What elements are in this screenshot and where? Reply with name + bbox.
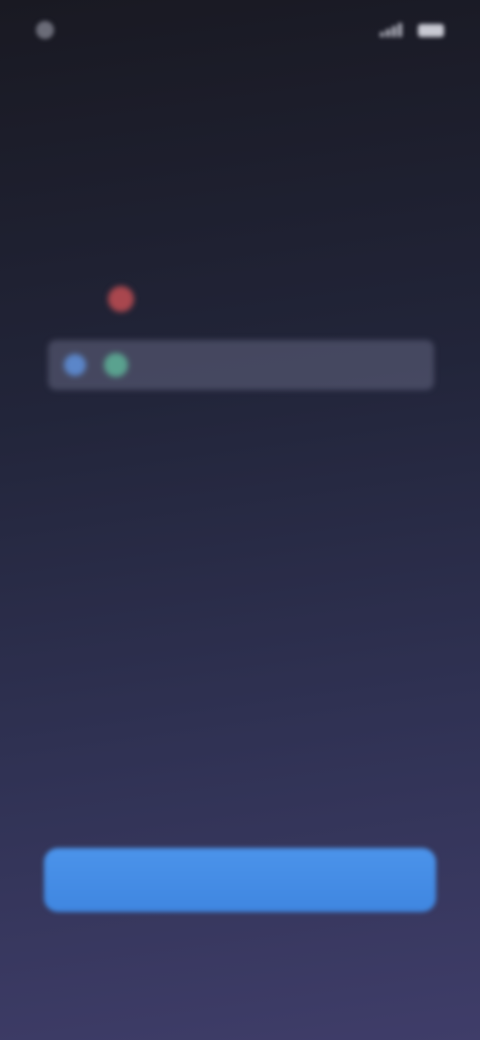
battery-icon (418, 23, 444, 37)
option-item-2-selected[interactable] (48, 340, 434, 390)
primary-button[interactable] (44, 848, 436, 912)
status-right (380, 23, 444, 37)
status-left (36, 21, 62, 39)
blue-circle-icon (64, 354, 86, 376)
status-app-icon (36, 21, 54, 39)
red-circle-icon (108, 286, 134, 312)
option-item-1[interactable] (0, 274, 480, 324)
green-circle-icon (104, 353, 128, 377)
option-item-3[interactable] (0, 410, 480, 450)
status-bar (0, 0, 480, 60)
signal-icon (380, 23, 402, 37)
